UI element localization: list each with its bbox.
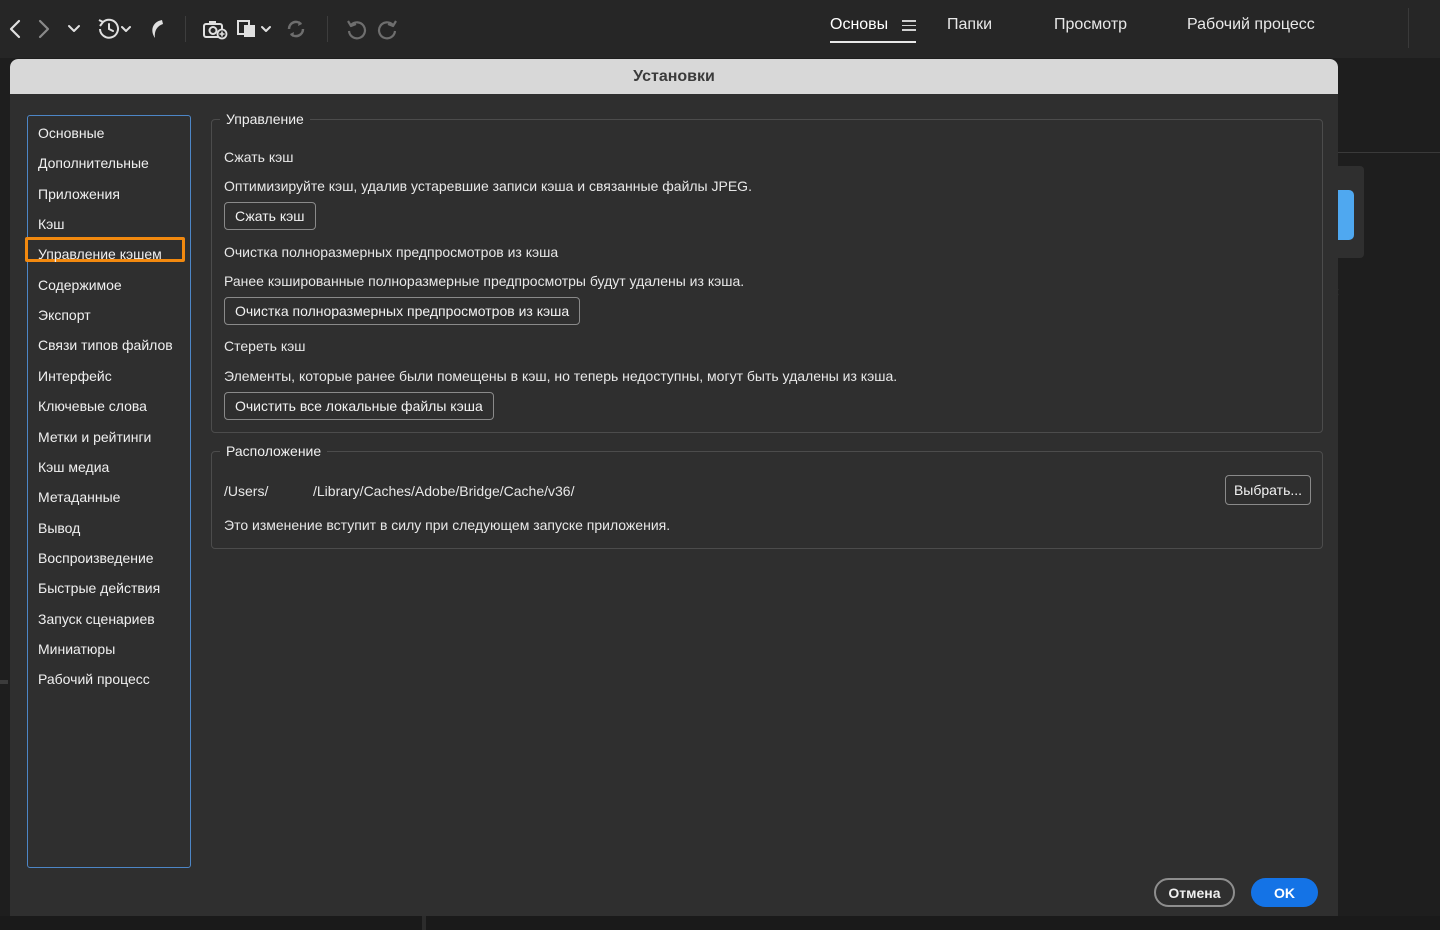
purge-previews-heading: Очистка полноразмерных предпросмотров из… [224,244,559,260]
nav-item[interactable]: Миниатюры [38,640,115,658]
refresh-icon[interactable] [283,14,309,44]
workspace-tab-review[interactable]: Просмотр [1054,16,1127,34]
nav-item[interactable]: Управление кэшем [38,245,162,263]
recent-dropdown-icon[interactable] [64,14,84,44]
nav-item[interactable]: Дополнительные [38,154,149,172]
nav-item[interactable]: Основные [38,124,104,142]
location-legend: Расположение [220,441,328,461]
background-marker [0,680,8,684]
location-group: Расположение /Users/ /Library/Caches/Ado… [211,441,1323,549]
cache-path-prefix: /Users/ [224,483,269,499]
management-legend: Управление [220,109,310,129]
nav-item[interactable]: Быстрые действия [38,579,160,597]
nav-item[interactable]: Ключевые слова [38,397,147,415]
compact-cache-button[interactable]: Сжать кэш [224,202,316,230]
dialog-titlebar[interactable]: Установки [10,59,1338,94]
boomerang-icon[interactable] [145,14,169,44]
nav-item[interactable]: Экспорт [38,306,91,324]
copy-to-icon[interactable] [235,14,275,44]
compact-cache-heading: Сжать кэш [224,149,294,165]
nav-item[interactable]: Кэш медиа [38,458,109,476]
toolbar-separator [327,16,328,42]
nav-item[interactable]: Содержимое [38,276,122,294]
compact-cache-description: Оптимизируйте кэш, удалив устаревшие зап… [224,178,752,194]
preferences-dialog: Установки Основные Дополнительные Приложен… [10,59,1338,916]
toolbar-edge [1408,8,1409,48]
nav-item[interactable]: Метки и рейтинги [38,428,151,446]
nav-item[interactable]: Рабочий процесс [38,670,150,688]
preferences-nav-list: Основные Дополнительные Приложения Кэш Управ… [25,115,191,868]
dialog-title: Установки [633,67,715,85]
location-note: Это изменение вступит в силу при следующ… [224,517,671,533]
app-toolbar: Основы Папки Просмотр Рабочий процесс [0,0,1440,58]
undo-icon[interactable] [343,14,369,44]
background-splitter [422,916,426,930]
background-divider [1338,152,1440,153]
purge-previews-description: Ранее кэшированные полноразмерные предпр… [224,273,745,289]
history-icon[interactable] [93,14,135,44]
workspace-menu-icon[interactable] [902,18,916,32]
nav-item[interactable]: Метаданные [38,488,120,506]
cache-path-suffix: /Library/Caches/Adobe/Bridge/Cache/v36/ [313,483,575,499]
nav-item[interactable]: Кэш [38,215,65,233]
purge-cache-button[interactable]: Очистить все локальные файлы кэша [224,392,494,420]
purge-previews-button[interactable]: Очистка полноразмерных предпросмотров из… [224,297,581,325]
folder-icon [1338,190,1354,240]
background-panel [0,916,1440,930]
nav-item[interactable]: Запуск сценариев [38,610,155,628]
management-group: Управление Сжать кэш Оптимизируйте кэш, … [211,109,1323,433]
back-icon[interactable] [4,14,26,44]
camera-import-icon[interactable] [201,14,229,44]
nav-item[interactable]: Приложения [38,185,120,203]
workspace-tab-folders[interactable]: Папки [947,16,992,34]
purge-cache-heading: Стереть кэш [224,338,306,354]
workspace-tab-essentials[interactable]: Основы [830,16,888,34]
nav-item[interactable]: Связи типов файлов [38,336,173,354]
toolbar-separator [185,16,186,42]
nav-item[interactable]: Воспроизведение [38,549,154,567]
redo-icon[interactable] [375,14,401,44]
cancel-button[interactable]: Отмена [1154,878,1235,907]
ok-button[interactable]: OK [1251,878,1318,907]
purge-cache-description: Элементы, которые ранее были помещены в … [224,368,898,384]
nav-item[interactable]: Интерфейс [38,367,112,385]
nav-item[interactable]: Вывод [38,519,80,537]
active-tab-underline [830,41,916,43]
choose-location-button[interactable]: Выбрать... [1225,475,1311,505]
workspace-tab-workflow[interactable]: Рабочий процесс [1187,16,1315,34]
forward-icon[interactable] [33,14,55,44]
